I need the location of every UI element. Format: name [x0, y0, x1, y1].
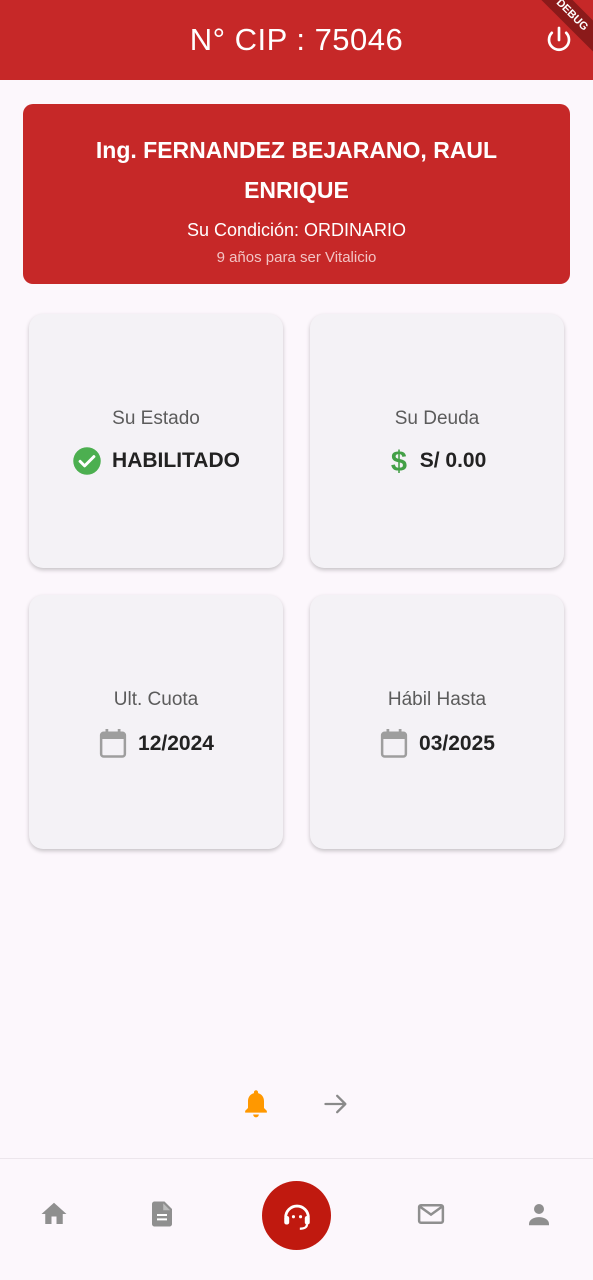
nav-support[interactable]: [262, 1181, 331, 1250]
nav-profile[interactable]: [524, 1199, 554, 1229]
bell-icon[interactable]: [242, 1088, 270, 1120]
nav-messages[interactable]: [416, 1199, 446, 1229]
lifetime-note: 9 años para ser Vitalicio: [216, 249, 377, 266]
debt-tile[interactable]: Su Deuda $ S/ 0.00: [310, 314, 564, 568]
nav-documents[interactable]: [147, 1199, 177, 1229]
debt-value: S/ 0.00: [419, 449, 487, 472]
member-condition: Su Condición: ORDINARIO: [186, 220, 407, 240]
person-icon: [529, 1204, 549, 1226]
calendar-icon: [99, 729, 127, 758]
profile-card: Ing. FERNANDEZ BEJARANO, RAUL ENRIQUE Su…: [23, 104, 570, 284]
dollar-icon: $: [391, 446, 407, 476]
nav-home[interactable]: [39, 1199, 69, 1229]
member-name: Ing. FERNANDEZ BEJARANO, RAUL ENRIQUE: [95, 137, 498, 203]
notification-row: [0, 1086, 593, 1120]
valid-until-label: Hábil Hasta: [387, 689, 487, 710]
app-bar: N° CIP : 75046 DEBUG: [0, 0, 593, 80]
svg-text:$: $: [391, 446, 407, 476]
check-circle-icon: [73, 447, 101, 475]
status-label: Su Estado: [112, 408, 200, 429]
mail-icon: [417, 1204, 445, 1224]
valid-until-tile[interactable]: Hábil Hasta 03/2025: [310, 595, 564, 849]
bottom-navigation: [0, 1158, 593, 1280]
valid-until-value: 03/2025: [419, 732, 495, 755]
document-icon: [152, 1201, 172, 1227]
calendar-icon: [380, 729, 408, 758]
support-agent-icon: [283, 1204, 310, 1230]
debt-label: Su Deuda: [394, 408, 480, 429]
status-tile[interactable]: Su Estado HABILITADO: [29, 314, 283, 568]
last-fee-value: 12/2024: [138, 732, 214, 755]
status-value: HABILITADO: [112, 449, 240, 472]
last-fee-tile[interactable]: Ult. Cuota 12/2024: [29, 595, 283, 849]
arrow-right-icon[interactable]: [322, 1090, 350, 1118]
last-fee-label: Ult. Cuota: [113, 689, 199, 710]
home-icon: [41, 1202, 67, 1224]
page-title: N° CIP : 75046: [189, 22, 404, 57]
